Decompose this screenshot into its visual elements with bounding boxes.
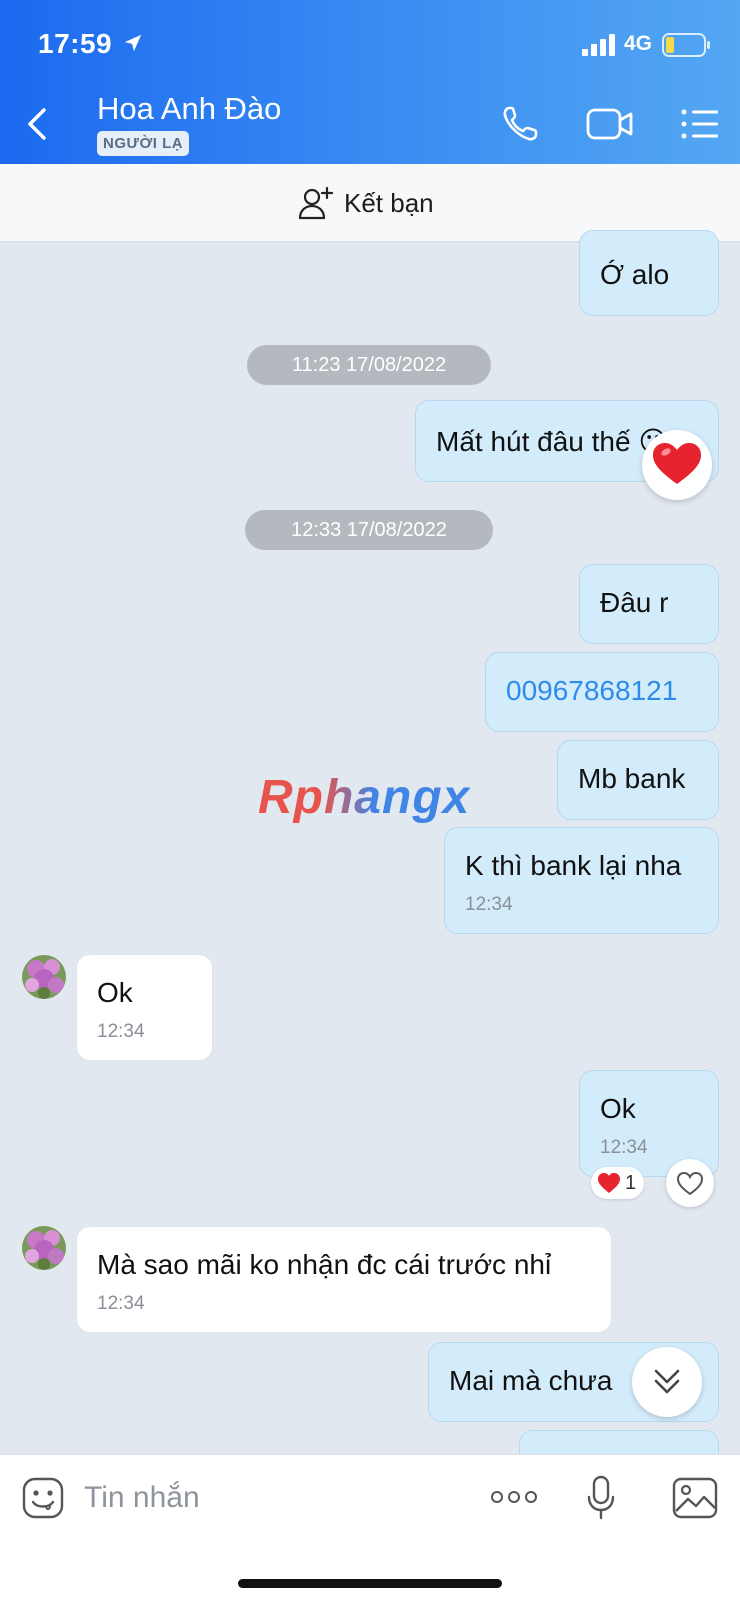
message-time: 12:34 xyxy=(97,1021,145,1042)
location-arrow-icon xyxy=(124,34,142,52)
menu-icon[interactable] xyxy=(680,108,720,140)
battery-icon xyxy=(662,33,710,57)
status-time: 17:59 xyxy=(38,28,113,59)
add-friend-icon xyxy=(298,186,334,220)
message-bubble[interactable]: 00967868121 xyxy=(485,652,719,732)
date-separator: 11:23 17/08/2022 xyxy=(247,345,491,385)
network-type: 4G xyxy=(624,32,653,55)
image-gallery-icon[interactable] xyxy=(672,1477,718,1519)
reaction-count: 1 xyxy=(625,1171,637,1194)
message-time: 12:34 xyxy=(465,894,513,915)
more-options-icon[interactable] xyxy=(490,1489,538,1505)
message-bubble[interactable]: Ớ alo xyxy=(579,230,719,316)
message-bubble[interactable]: Mb bank xyxy=(557,740,719,820)
heart-outline-icon xyxy=(676,1171,704,1196)
add-friend-label: Kết bạn xyxy=(344,188,434,218)
scroll-to-bottom-button[interactable] xyxy=(632,1347,702,1417)
message-bubble[interactable]: Đâu r xyxy=(579,564,719,644)
message-time: 12:34 xyxy=(600,1137,648,1158)
stranger-badge: NGƯỜI LẠ xyxy=(97,131,190,156)
message-bubble[interactable]: Ok 12:34 xyxy=(76,954,213,1061)
reaction-summary[interactable]: 1 xyxy=(591,1167,645,1199)
message-text: Mb bank xyxy=(578,763,686,794)
message-text: Đâu r xyxy=(600,587,669,618)
chat-header: 17:59 4G Hoa Anh Đào NGƯỜI LẠ xyxy=(0,0,740,164)
message-input-bar xyxy=(0,1454,740,1600)
home-indicator xyxy=(238,1579,502,1588)
message-text: K thì bank lại nha xyxy=(465,850,682,881)
microphone-icon[interactable] xyxy=(586,1475,616,1521)
message-text: Ok xyxy=(97,977,133,1008)
back-icon[interactable] xyxy=(24,104,52,144)
phone-number-link[interactable]: 00967868121 xyxy=(506,675,698,707)
double-chevron-down-icon xyxy=(654,1369,680,1394)
date-separator: 12:33 17/08/2022 xyxy=(245,510,493,550)
message-bubble[interactable]: K thì bank lại nha 12:34 xyxy=(444,827,719,934)
message-bubble[interactable]: Mà sao mãi ko nhận đc cái trước nhỉ 12:3… xyxy=(76,1226,612,1333)
avatar[interactable] xyxy=(22,955,66,999)
phone-icon[interactable] xyxy=(500,104,540,144)
video-call-icon[interactable] xyxy=(586,106,634,142)
like-button[interactable] xyxy=(666,1159,714,1207)
message-input[interactable] xyxy=(84,1473,464,1523)
heart-icon xyxy=(653,443,701,484)
message-text: Ok xyxy=(600,1093,636,1124)
contact-name[interactable]: Hoa Anh Đào xyxy=(97,91,281,127)
avatar[interactable] xyxy=(22,1226,66,1270)
watermark: Rphangx xyxy=(258,771,471,824)
heart-reaction-button[interactable] xyxy=(642,430,712,500)
heart-icon xyxy=(598,1173,620,1193)
sticker-icon[interactable] xyxy=(22,1477,64,1519)
flower-avatar-icon xyxy=(22,955,66,999)
flower-avatar-icon xyxy=(22,1226,66,1270)
message-time: 12:34 xyxy=(97,1293,145,1314)
message-text: Mà sao mãi ko nhận đc cái trước nhỉ xyxy=(97,1249,552,1280)
message-text: Ớ alo xyxy=(600,259,670,290)
signal-icon xyxy=(582,34,615,56)
